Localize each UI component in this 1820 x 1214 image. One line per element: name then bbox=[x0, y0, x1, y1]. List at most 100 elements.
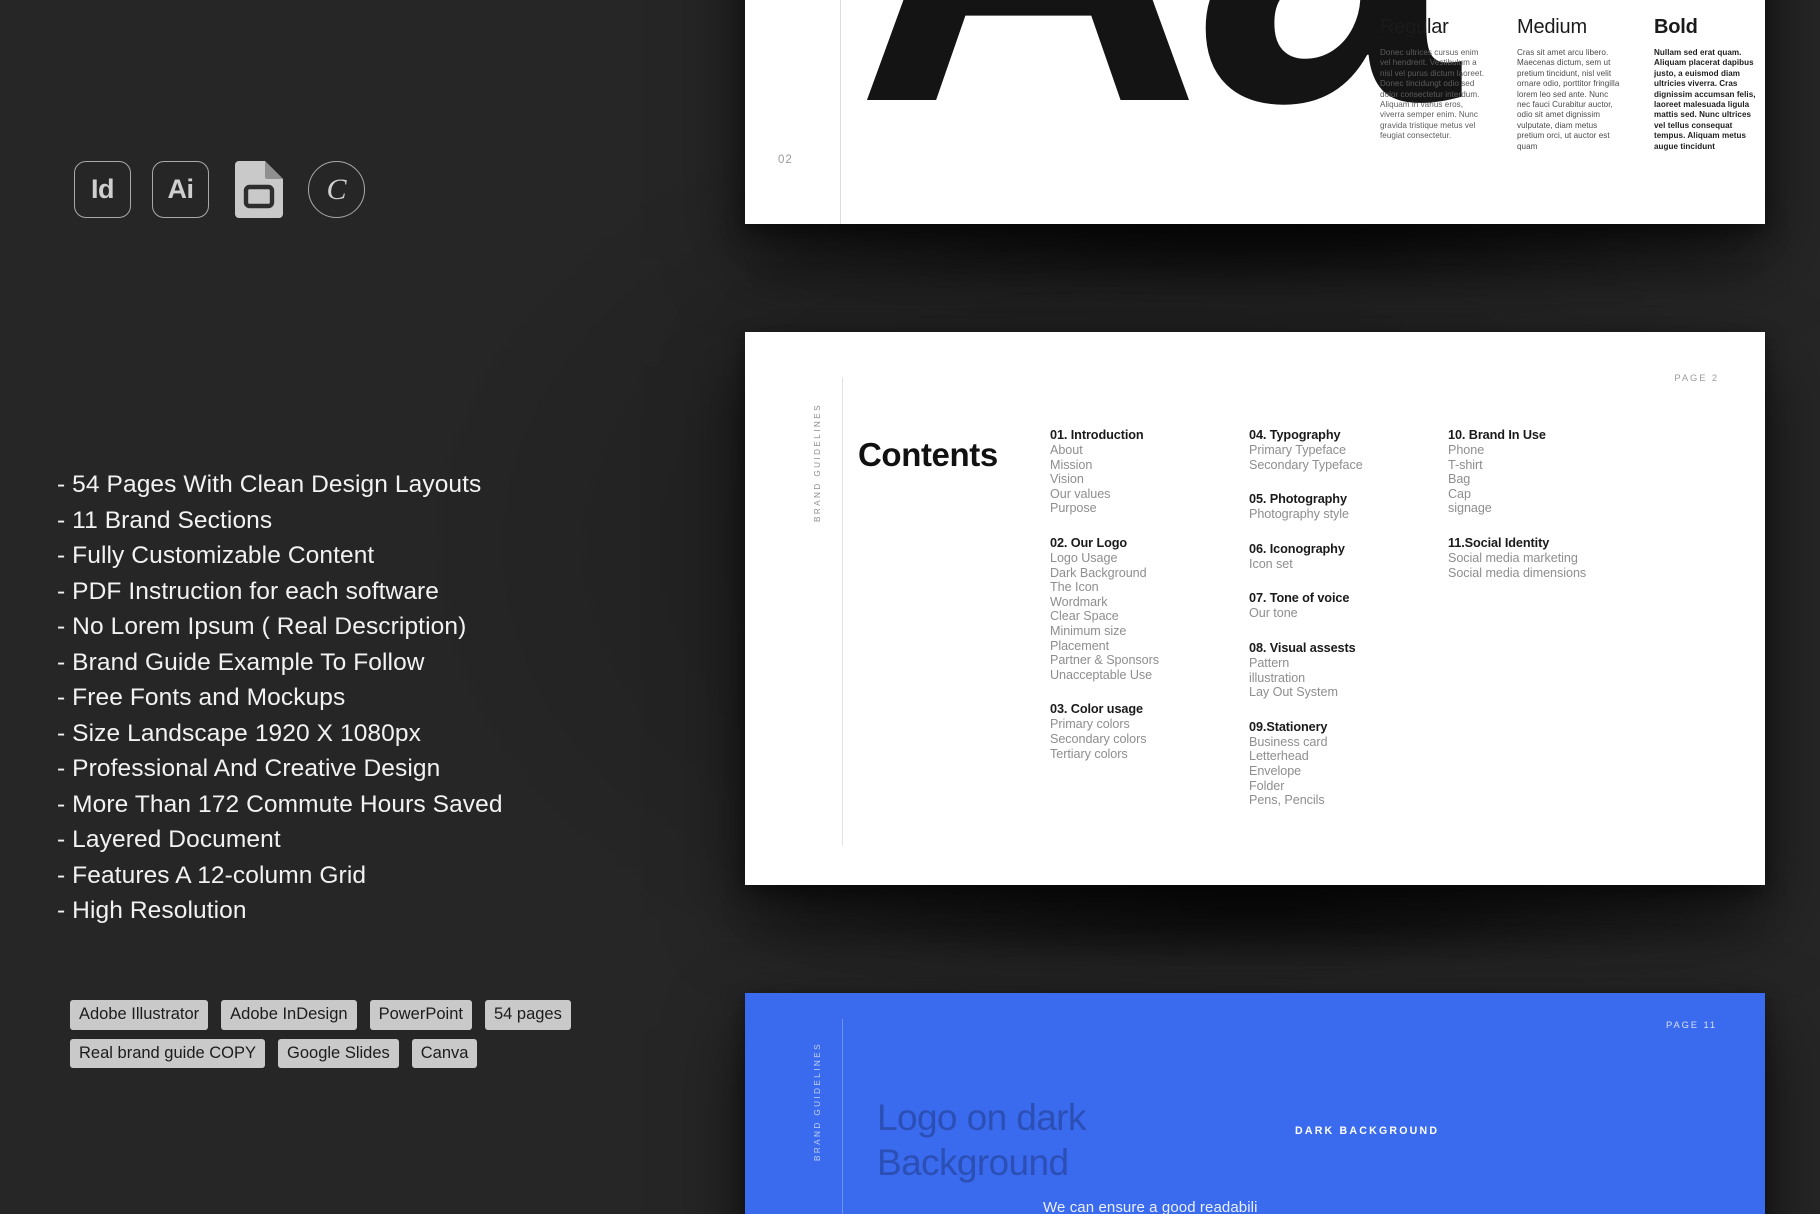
weight-column-medium: Medium Cras sit amet arcu libero. Maecen… bbox=[1517, 16, 1623, 152]
list-item: Dark Background bbox=[1050, 565, 1147, 580]
list-item: About bbox=[1050, 443, 1083, 457]
contents-group: 03. Color usage Primary colors Secondary… bbox=[1050, 702, 1249, 761]
tag-adobe-illustrator[interactable]: Adobe Illustrator bbox=[70, 1000, 209, 1030]
page-title: Contents bbox=[858, 436, 998, 473]
page-title-line-2: Background bbox=[877, 1142, 1069, 1183]
illustrator-icon-label: Ai bbox=[167, 174, 195, 204]
list-item: Icon set bbox=[1249, 556, 1293, 571]
type-specimen-aa: Aa bbox=[855, 0, 1459, 174]
indesign-icon-label: Id bbox=[91, 174, 115, 204]
list-item: Pattern bbox=[1249, 655, 1290, 670]
page-folio: PAGE 2 bbox=[1674, 372, 1719, 383]
typeface-weight-columns: Regular Donec ultrices cursus enim vel h… bbox=[1380, 16, 1760, 152]
vertical-divider bbox=[840, 0, 841, 224]
contents-group-heading: 05. Photography bbox=[1249, 492, 1347, 507]
illustrator-icon: Ai bbox=[152, 161, 209, 218]
list-item: - More Than 172 Commute Hours Saved bbox=[57, 790, 503, 818]
list-item: Folder bbox=[1249, 778, 1285, 793]
list-item: illustration bbox=[1249, 670, 1306, 685]
contents-group-heading: 08. Visual assests bbox=[1249, 640, 1356, 655]
indesign-icon: Id bbox=[74, 161, 131, 218]
left-info-panel: Id Ai C - 54 Pages With Clean Design Lay… bbox=[0, 0, 745, 1214]
list-item: - Fully Customizable Content bbox=[57, 542, 375, 569]
contents-column-3: 10. Brand In Use Phone T-shirt Bag Cap s… bbox=[1448, 428, 1647, 828]
tag-adobe-indesign[interactable]: Adobe InDesign bbox=[221, 1000, 357, 1030]
body-copy: We can ensure a good readabili bbox=[1043, 1199, 1258, 1214]
contents-group-heading: 09.Stationery bbox=[1249, 719, 1328, 734]
list-item: - Free Fonts and Mockups bbox=[57, 684, 346, 711]
list-item: - Brand Guide Example To Follow bbox=[57, 648, 425, 676]
contents-group: 11.Social Identity Social media marketin… bbox=[1448, 536, 1647, 580]
list-item: Placement bbox=[1050, 638, 1110, 653]
canva-icon-label: C bbox=[326, 172, 347, 206]
weight-body-text: Donec ultrices cursus enim vel hendrerit… bbox=[1380, 48, 1485, 141]
feature-list: - 54 Pages With Clean Design Layouts - 1… bbox=[57, 467, 697, 929]
weight-column-regular: Regular Donec ultrices cursus enim vel h… bbox=[1380, 16, 1486, 152]
list-item: - High Resolution bbox=[57, 897, 247, 924]
contents-group: 04. Typography Primary Typeface Secondar… bbox=[1249, 428, 1448, 472]
vertical-divider bbox=[842, 1019, 843, 1214]
list-item: The Icon bbox=[1050, 580, 1099, 595]
software-compatibility-icons: Id Ai C bbox=[74, 161, 365, 218]
contents-group-heading: 03. Color usage bbox=[1050, 702, 1143, 717]
weight-label: Medium bbox=[1517, 16, 1587, 38]
tag-google-slides[interactable]: Google Slides bbox=[278, 1038, 399, 1068]
contents-group-heading: 07. Tone of voice bbox=[1249, 591, 1350, 606]
contents-group: 05. Photography Photography style bbox=[1249, 492, 1448, 522]
list-item: - No Lorem Ipsum ( Real Description) bbox=[57, 613, 467, 640]
typography-page-preview: 02 Aa Regular Donec ultrices cursus enim… bbox=[745, 0, 1765, 224]
list-item: Clear Space bbox=[1050, 609, 1119, 624]
page-folio: 02 bbox=[778, 154, 793, 166]
list-item: Unacceptable Use bbox=[1050, 667, 1153, 682]
contents-group: 10. Brand In Use Phone T-shirt Bag Cap s… bbox=[1448, 428, 1647, 516]
page-title: Logo on dark Background bbox=[877, 1095, 1086, 1185]
contents-group: 09.Stationery Business card Letterhead E… bbox=[1249, 720, 1448, 808]
side-label-brand-guidelines: BRAND GUIDELINES bbox=[813, 1042, 822, 1161]
contents-group: 01. Introduction About Mission Vision Ou… bbox=[1050, 428, 1249, 516]
contents-columns: 01. Introduction About Mission Vision Ou… bbox=[1050, 428, 1690, 828]
canva-icon: C bbox=[308, 161, 365, 218]
list-item: Wordmark bbox=[1050, 594, 1108, 609]
list-item: Tertiary colors bbox=[1050, 746, 1128, 761]
list-item: Social media marketing bbox=[1448, 550, 1578, 565]
list-item: Secondary colors bbox=[1050, 731, 1147, 746]
list-item: T-shirt bbox=[1448, 457, 1483, 472]
list-item: Bag bbox=[1448, 472, 1471, 487]
list-item: Cap bbox=[1448, 486, 1471, 501]
list-item: - Professional And Creative Design bbox=[57, 755, 441, 782]
contents-column-2: 04. Typography Primary Typeface Secondar… bbox=[1249, 428, 1448, 828]
list-item: Mission bbox=[1050, 457, 1093, 472]
list-item: Vision bbox=[1050, 472, 1084, 487]
contents-group-heading: 01. Introduction bbox=[1050, 428, 1144, 442]
tag-list: Adobe Illustrator Adobe InDesign PowerPo… bbox=[70, 1000, 710, 1068]
list-item: Pens, Pencils bbox=[1249, 793, 1325, 808]
contents-group-heading: 06. Iconography bbox=[1249, 541, 1345, 556]
contents-group: 06. Iconography Icon set bbox=[1249, 542, 1448, 572]
list-item: Purpose bbox=[1050, 501, 1097, 516]
tag-canva[interactable]: Canva bbox=[411, 1038, 478, 1068]
weight-label: Regular bbox=[1380, 16, 1449, 38]
list-item: Primary Typeface bbox=[1249, 443, 1346, 457]
contents-group-heading: 10. Brand In Use bbox=[1448, 428, 1546, 442]
weight-body-text: Nullam sed erat quam. Aliquam placerat d… bbox=[1654, 48, 1756, 151]
list-item: Primary colors bbox=[1050, 717, 1130, 732]
list-item: Secondary Typeface bbox=[1249, 457, 1363, 472]
contents-group-heading: 11.Social Identity bbox=[1448, 535, 1550, 550]
contents-group: 08. Visual assests Pattern illustration … bbox=[1249, 641, 1448, 700]
list-item: Minimum size bbox=[1050, 623, 1127, 638]
contents-group-heading: 04. Typography bbox=[1249, 428, 1341, 442]
list-item: - 11 Brand Sections bbox=[57, 506, 273, 534]
list-item: - Size Landscape 1920 X 1080px bbox=[57, 719, 421, 747]
list-item: Logo Usage bbox=[1050, 550, 1118, 565]
weight-label: Bold bbox=[1654, 16, 1698, 38]
weight-body-text: Cras sit amet arcu libero. Maecenas dict… bbox=[1517, 48, 1620, 151]
list-item: Letterhead bbox=[1249, 749, 1309, 764]
weight-column-bold: Bold Nullam sed erat quam. Aliquam place… bbox=[1654, 16, 1760, 152]
contents-group: 02. Our Logo Logo Usage Dark Background … bbox=[1050, 536, 1249, 682]
list-item: Social media dimensions bbox=[1448, 565, 1587, 580]
tag-real-brand-guide-copy[interactable]: Real brand guide COPY bbox=[70, 1038, 266, 1068]
list-item: - 54 Pages With Clean Design Layouts bbox=[57, 471, 482, 498]
tag-powerpoint[interactable]: PowerPoint bbox=[369, 1000, 472, 1030]
list-item: - Layered Document bbox=[57, 826, 281, 853]
tag-54-pages[interactable]: 54 pages bbox=[484, 1000, 571, 1030]
